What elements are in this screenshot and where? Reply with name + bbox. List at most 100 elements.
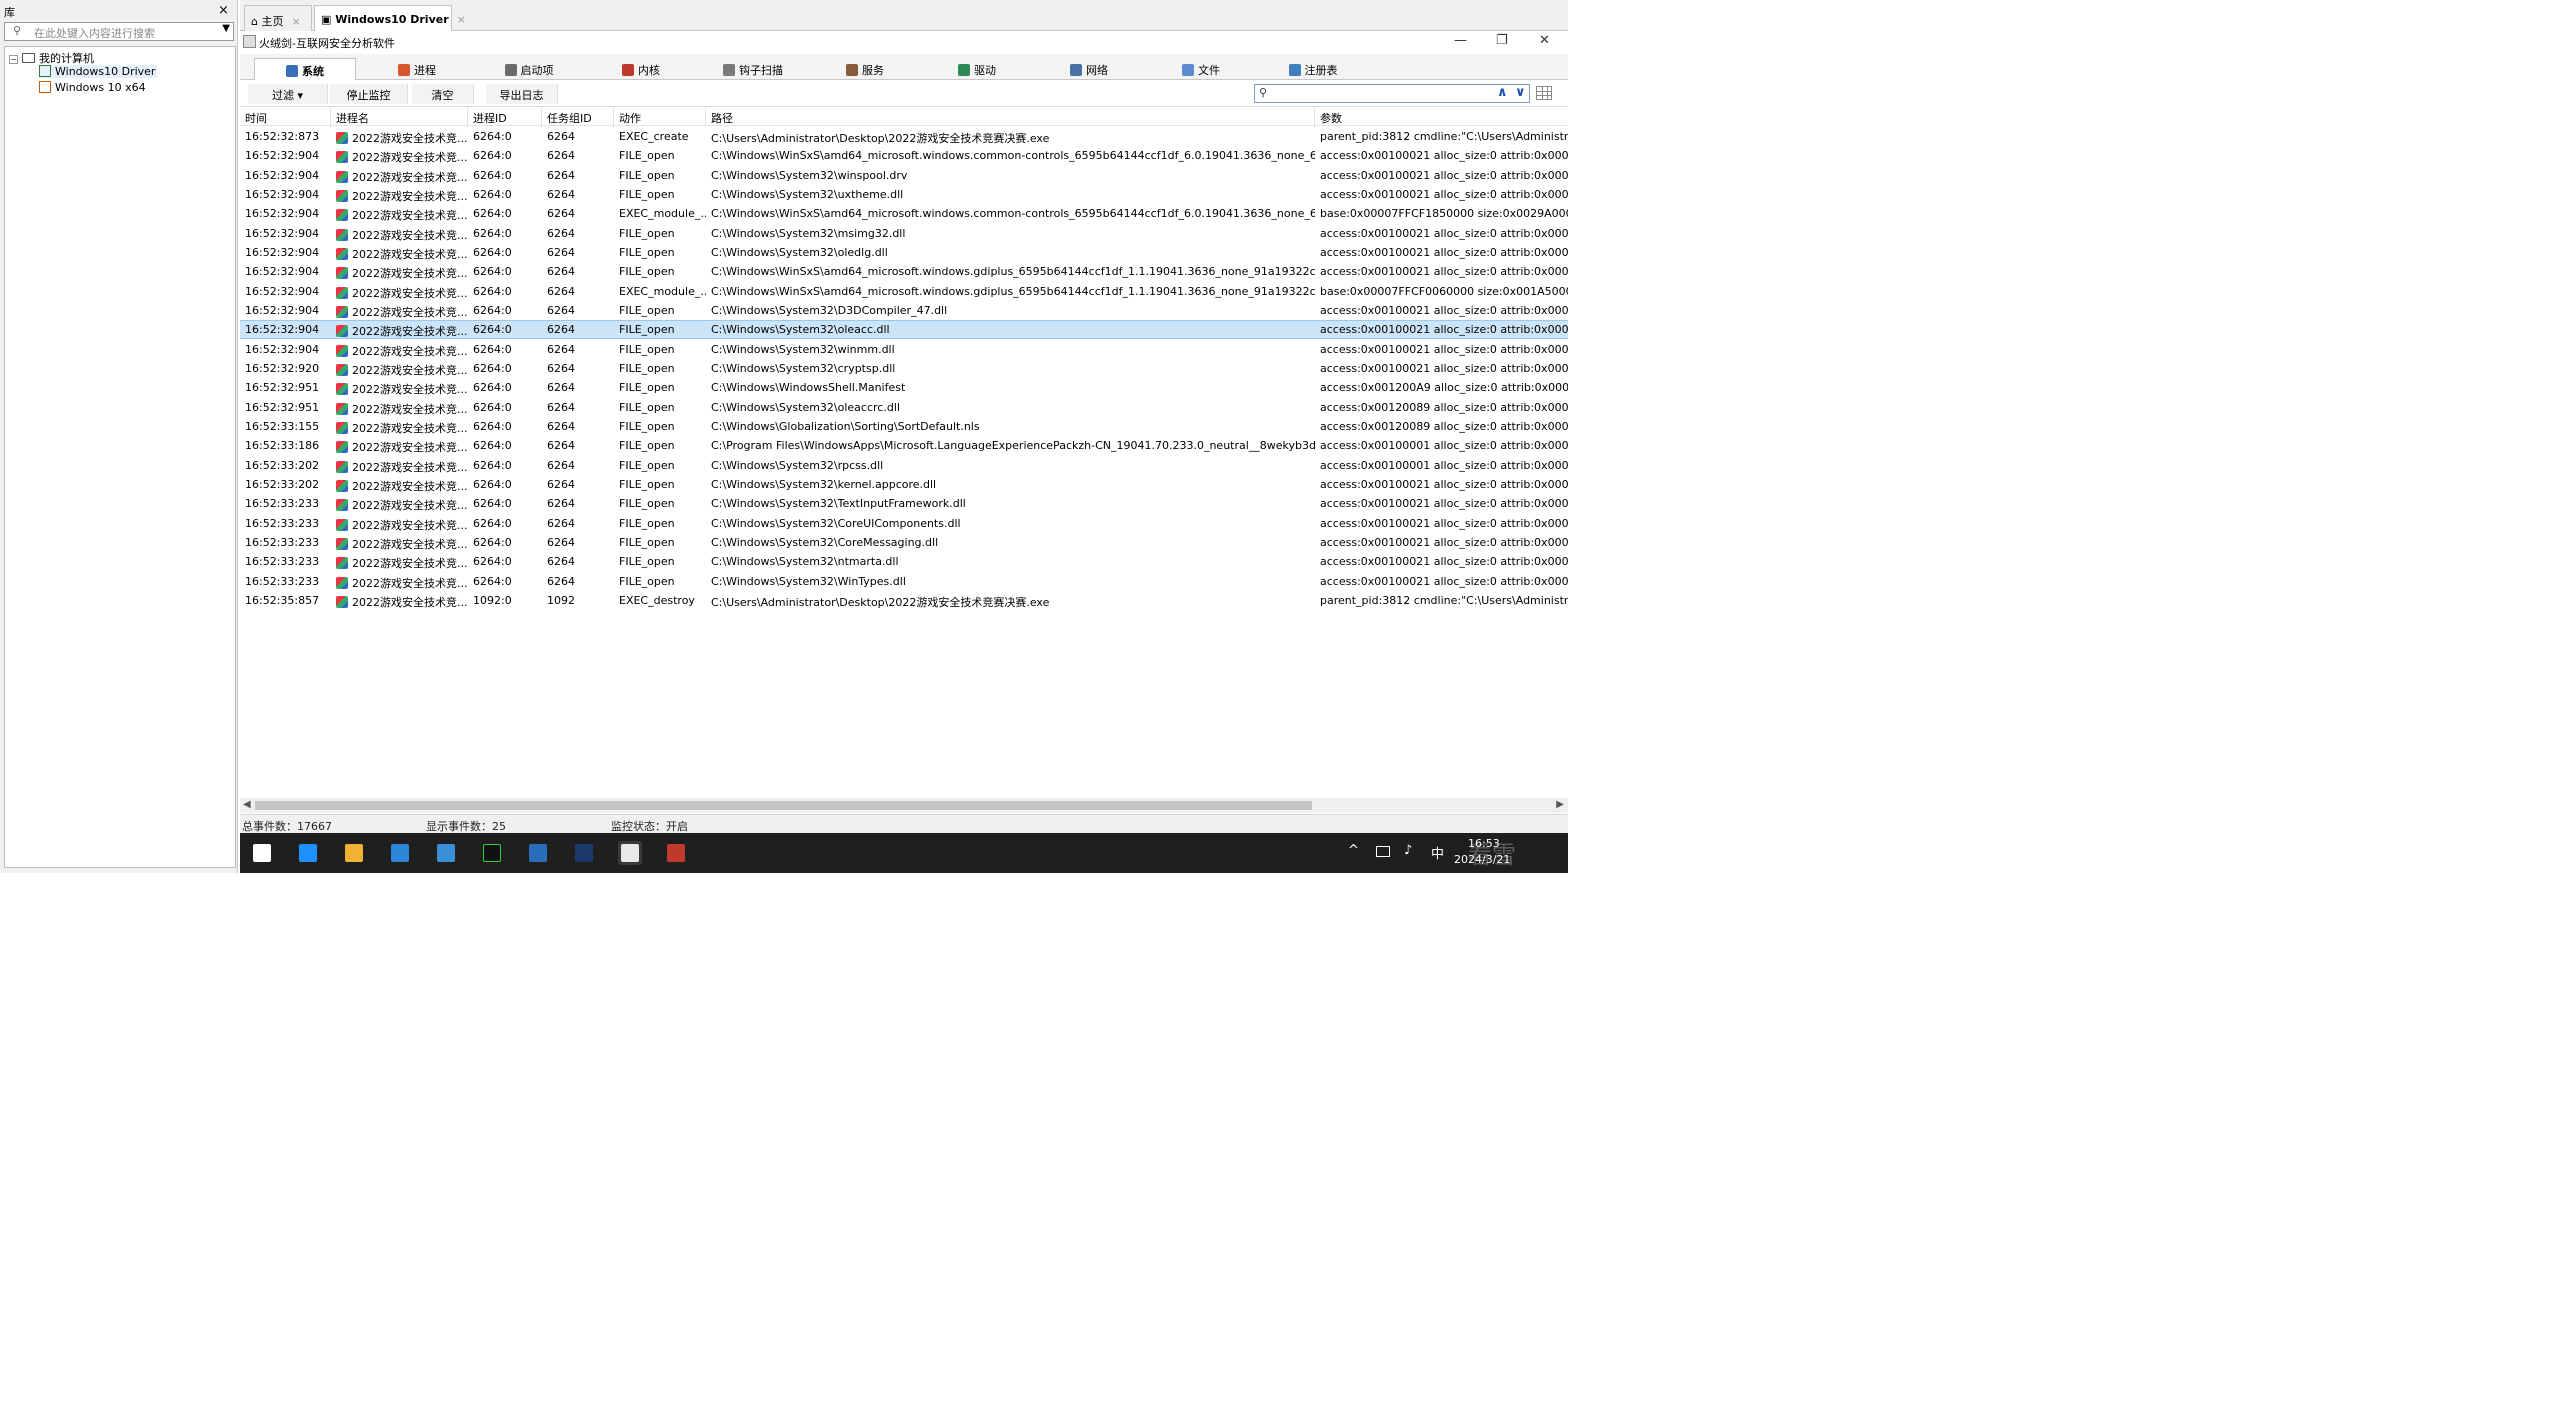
clock-time[interactable]: 16:53	[1468, 837, 1500, 850]
table-row[interactable]: 16:52:32:904 2022游戏安全技术竞... 6264:0 6264 FILE…	[240, 185, 1568, 204]
table-row[interactable]: 16:52:33:186 2022游戏安全技术竞... 6264:0 6264 FILE…	[240, 436, 1568, 455]
next-match-button[interactable]: ∨	[1515, 85, 1526, 100]
file-icon	[1182, 64, 1194, 76]
column-header-task-group-id[interactable]: 任务组ID	[542, 108, 614, 127]
cell-path: C:\Users\Administrator\Desktop\2022游戏安全技…	[711, 132, 1050, 145]
table-row[interactable]: 16:52:32:904 2022游戏安全技术竞... 6264:0 6264 FILE…	[240, 224, 1568, 243]
tab-home[interactable]: ⌂ 主页 ×	[244, 5, 312, 31]
horizontal-scrollbar[interactable]: ◀ ▶	[240, 798, 1568, 813]
cell-action: FILE_open	[619, 497, 675, 511]
tab-file[interactable]: 文件	[1150, 58, 1252, 80]
restore-button[interactable]: ❐	[1496, 33, 1508, 48]
library-close-icon[interactable]: ×	[218, 3, 229, 18]
file-explorer-icon[interactable]	[342, 841, 366, 865]
network-icon	[1070, 64, 1082, 76]
library-search-input[interactable]: ⚲ 在此处键入内容进行搜索 ▼	[4, 22, 234, 41]
scroll-right-icon[interactable]: ▶	[1556, 799, 1564, 810]
process-name-text: 2022游戏安全技术竞...	[352, 344, 468, 358]
game-exe-icon[interactable]	[664, 841, 688, 865]
tab-windows10-driver[interactable]: ▣ Windows10 Driver ×	[314, 5, 466, 32]
table-row[interactable]: 16:52:32:951 2022游戏安全技术竞... 6264:0 6264 FILE…	[240, 398, 1568, 417]
tab-network[interactable]: 网络	[1038, 58, 1140, 80]
table-row[interactable]: 16:52:32:920 2022游戏安全技术竞... 6264:0 6264 FILE…	[240, 359, 1568, 378]
table-row[interactable]: 16:52:33:233 2022游戏安全技术竞... 6264:0 6264 FILE…	[240, 572, 1568, 591]
store-icon[interactable]	[388, 841, 412, 865]
cell-task-group-id: 6264	[547, 458, 575, 472]
tab-close-icon[interactable]: ×	[457, 13, 466, 26]
tab-service[interactable]: 服务	[814, 58, 916, 80]
process-icon	[336, 441, 348, 454]
table-row[interactable]: 16:52:33:202 2022游戏安全技术竞... 6264:0 6264 FILE…	[240, 456, 1568, 475]
ida-icon[interactable]	[572, 841, 596, 865]
taskbar: ^ ♪ 中 看雪 16:53 2024/3/21	[240, 833, 1568, 873]
table-row[interactable]: 16:52:32:904 2022游戏安全技术竞... 6264:0 6264 FILE…	[240, 301, 1568, 320]
cell-process-name: 2022游戏安全技术竞...	[331, 146, 468, 165]
tree-node-windows-10-x64[interactable]: Windows 10 x64	[39, 81, 146, 94]
table-row[interactable]: 16:52:33:233 2022游戏安全技术竞... 6264:0 6264 FILE…	[240, 494, 1568, 513]
column-header-action[interactable]: 动作	[614, 108, 706, 127]
export-log-button[interactable]: 导出日志	[486, 84, 558, 104]
scroll-thumb[interactable]	[255, 801, 1312, 810]
table-row[interactable]: 16:52:32:904 2022游戏安全技术竞... 6264:0 6264 FILE…	[240, 166, 1568, 185]
tab-hook[interactable]: 钩子扫描	[702, 58, 804, 80]
table-row[interactable]: 16:52:32:873 2022游戏安全技术竞... 6264:0 6264 EXEC…	[240, 127, 1568, 146]
minimize-button[interactable]: —	[1454, 33, 1467, 48]
ime-indicator[interactable]: 中	[1431, 843, 1444, 862]
quick-search-input[interactable]: ⚲ ∧ ∨	[1254, 84, 1530, 103]
table-row[interactable]: 16:52:32:904 2022游戏安全技术竞... 6264:0 6264 FILE…	[240, 340, 1568, 359]
tree-node-windows10-driver[interactable]: Windows10 Driver	[39, 65, 158, 78]
collapse-icon[interactable]: −	[9, 54, 18, 64]
mail-icon[interactable]	[434, 841, 458, 865]
column-header-process-name[interactable]: 进程名	[331, 108, 468, 127]
tray-chevron-icon[interactable]: ^	[1348, 843, 1359, 858]
stop-monitor-button[interactable]: 停止监控	[330, 84, 408, 104]
tab-monitor[interactable]: 系统	[254, 58, 356, 80]
table-row[interactable]: 16:52:33:155 2022游戏安全技术竞... 6264:0 6264 FILE…	[240, 417, 1568, 436]
volume-icon[interactable]: ♪	[1404, 843, 1412, 858]
edge-icon[interactable]	[296, 841, 320, 865]
tab-driver[interactable]: 驱动	[926, 58, 1028, 80]
table-row[interactable]: 16:52:32:904 2022游戏安全技术竞... 6264:0 6264 EXEC…	[240, 282, 1568, 301]
terminal-icon[interactable]	[480, 841, 504, 865]
table-row[interactable]: 16:52:33:233 2022游戏安全技术竞... 6264:0 6264 FILE…	[240, 514, 1568, 533]
tree-node-my-computer[interactable]: − 我的计算机	[9, 50, 94, 66]
chevron-down-icon[interactable]: ▼	[222, 23, 230, 34]
scroll-left-icon[interactable]: ◀	[243, 799, 251, 810]
table-row[interactable]: 16:52:33:233 2022游戏安全技术竞... 6264:0 6264 FILE…	[240, 552, 1568, 571]
column-header-time[interactable]: 时间	[240, 108, 331, 127]
column-header-process-id[interactable]: 进程ID	[468, 108, 542, 127]
previous-match-button[interactable]: ∧	[1497, 85, 1508, 100]
cell-time: 16:52:32:904	[245, 149, 320, 163]
table-row[interactable]: 16:52:32:904 2022游戏安全技术竞... 6264:0 6264 FILE…	[240, 243, 1568, 262]
table-row[interactable]: 16:52:35:857 2022游戏安全技术竞... 1092:0 1092 EXEC…	[240, 591, 1568, 610]
table-row[interactable]: 16:52:33:202 2022游戏安全技术竞... 6264:0 6264 FILE…	[240, 475, 1568, 494]
table-row[interactable]: 16:52:32:904 2022游戏安全技术竞... 6264:0 6264 EXEC…	[240, 204, 1568, 223]
column-header-path[interactable]: 路径	[706, 108, 1315, 127]
table-row[interactable]: 16:52:32:951 2022游戏安全技术竞... 6264:0 6264 FILE…	[240, 378, 1568, 397]
tab-label: 内核	[638, 64, 660, 77]
process-name-text: 2022游戏安全技术竞...	[352, 499, 468, 513]
cell-path: C:\Windows\System32\TextInputFramework.d…	[711, 497, 966, 511]
tab-registry[interactable]: 注册表	[1262, 58, 1364, 80]
windows-start-icon[interactable]	[250, 841, 274, 865]
tab-close-icon[interactable]: ×	[291, 15, 300, 28]
table-row[interactable]: 16:52:32:904 2022游戏安全技术竞... 6264:0 6264 FILE…	[240, 262, 1568, 281]
clear-button[interactable]: 清空	[412, 84, 474, 104]
network-tray-icon[interactable]	[1376, 846, 1390, 857]
filter-button[interactable]: 过滤 ▾	[248, 84, 328, 104]
tab-startup[interactable]: 启动项	[478, 58, 580, 80]
tab-kernel[interactable]: 内核	[590, 58, 692, 80]
table-row[interactable]: 16:52:33:233 2022游戏安全技术竞... 6264:0 6264 FILE…	[240, 533, 1568, 552]
close-button[interactable]: ✕	[1539, 33, 1550, 48]
huorong-icon[interactable]	[618, 841, 642, 865]
table-row[interactable]: 16:52:32:904 2022游戏安全技术竞... 6264:0 6264 FILE…	[240, 146, 1568, 165]
clock-date[interactable]: 2024/3/21	[1454, 853, 1510, 866]
column-settings-icon[interactable]	[1536, 86, 1552, 100]
app-window-icon[interactable]	[526, 841, 550, 865]
cell-task-group-id: 6264	[547, 342, 575, 356]
vm-icon: ▣	[321, 13, 336, 26]
cell-params: access:0x00100021 alloc_size:0 attrib:0x…	[1315, 320, 1568, 340]
column-header-params[interactable]: 参数	[1315, 108, 1568, 127]
table-row[interactable]: 16:52:32:904 2022游戏安全技术竞... 6264:0 6264 FILE…	[240, 320, 1568, 340]
tab-process[interactable]: 进程	[366, 58, 468, 80]
